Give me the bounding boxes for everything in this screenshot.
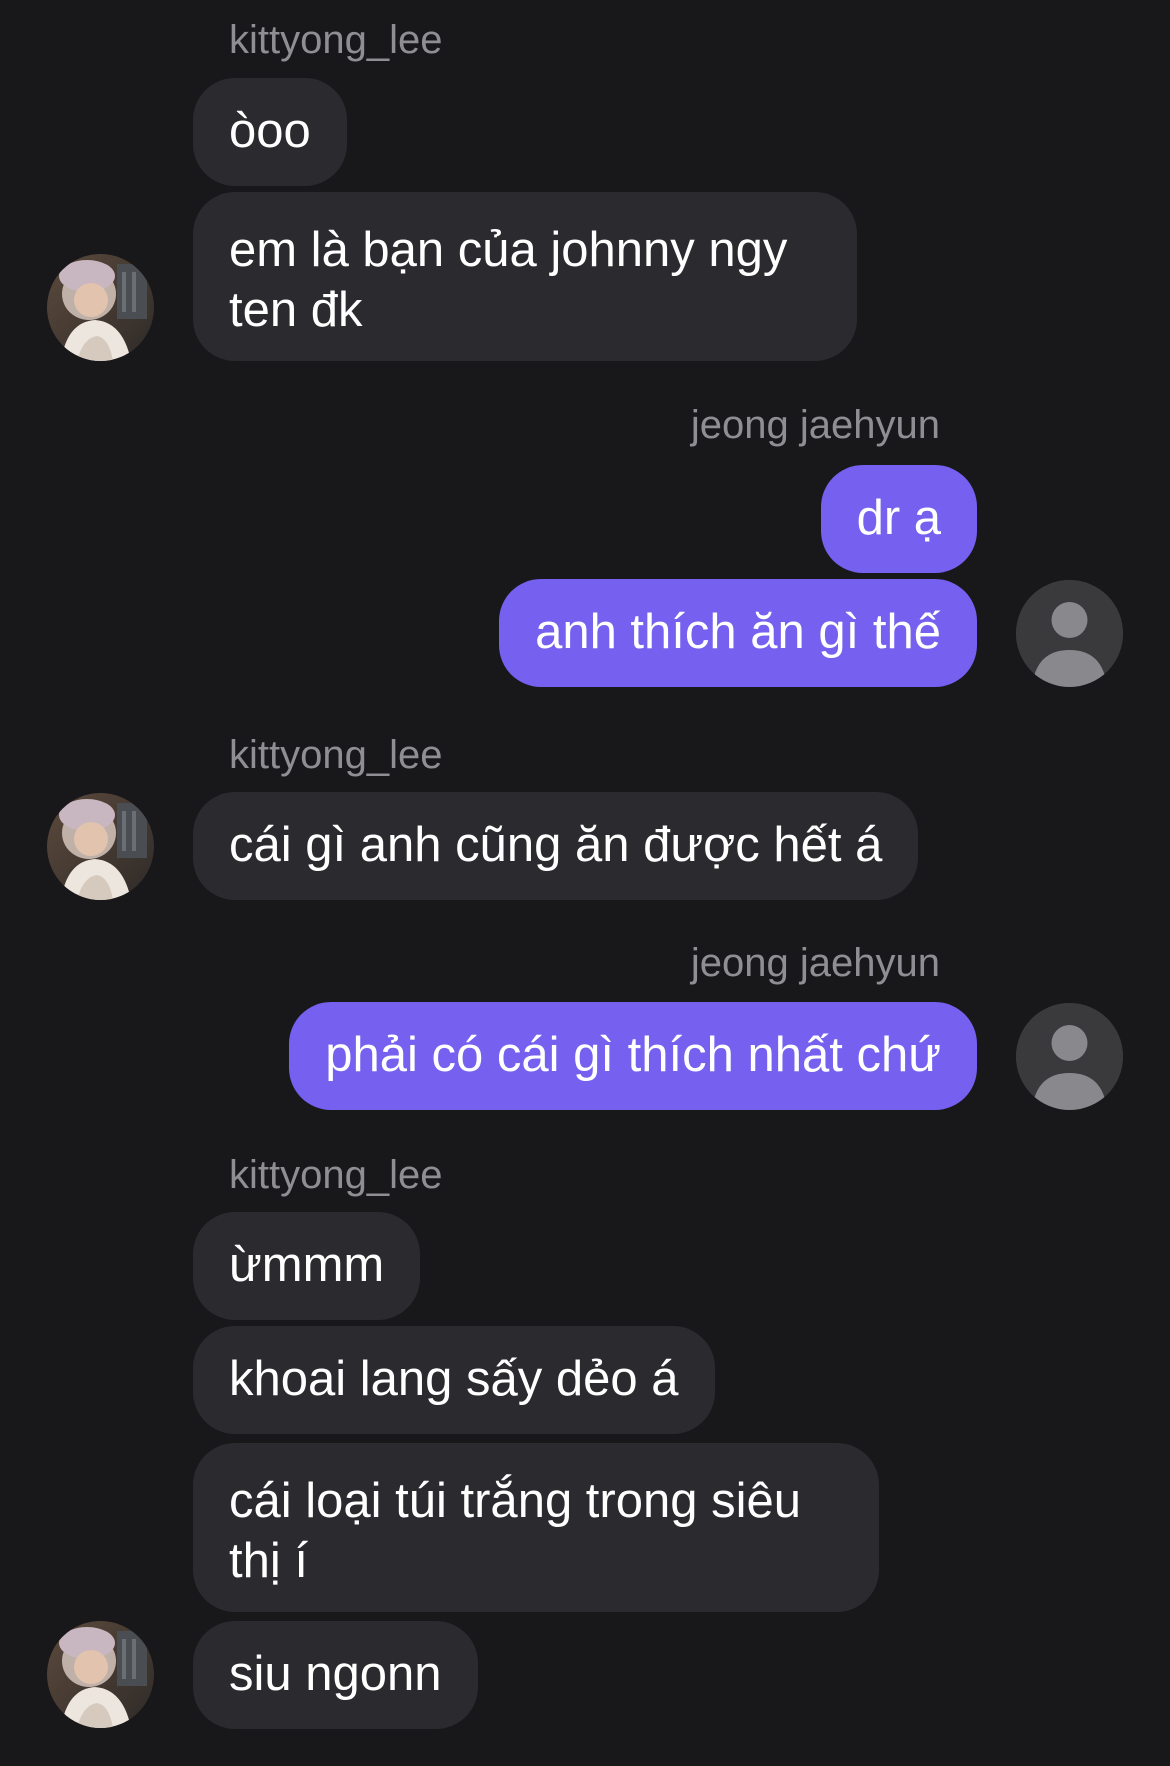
default-person-icon (1016, 580, 1123, 687)
message-bubble-incoming[interactable]: siu ngonn (193, 1621, 478, 1729)
kittyong-avatar[interactable] (47, 1621, 154, 1728)
kittyong-avatar[interactable] (47, 254, 154, 361)
sender-name: jeong jaehyun (690, 941, 940, 985)
message-bubble-outgoing[interactable]: phải có cái gì thích nhất chứ (289, 1002, 977, 1110)
kittyong-avatar[interactable] (47, 793, 154, 900)
user-photo-icon (47, 254, 154, 361)
message-bubble-incoming[interactable]: òoo (193, 78, 347, 186)
message-bubble-outgoing[interactable]: dr ạ (820, 465, 977, 573)
message-bubble-incoming[interactable]: ừmmm (193, 1212, 421, 1320)
message-bubble-incoming[interactable]: khoai lang sấy dẻo á (193, 1326, 715, 1434)
message-bubble-outgoing[interactable]: anh thích ăn gì thế (499, 579, 977, 687)
user-photo-icon (47, 793, 154, 900)
message-bubble-incoming[interactable]: cái gì anh cũng ăn được hết á (193, 792, 919, 900)
chat-thread: kittyong_lee òoo em là bạn của johnny ng… (0, 0, 1170, 1766)
user-photo-icon (47, 1621, 154, 1728)
sender-name: kittyong_lee (229, 733, 443, 777)
message-bubble-incoming[interactable]: cái loại túi trắng trong siêu thị í (193, 1443, 879, 1612)
default-person-icon (1016, 1003, 1123, 1110)
message-bubble-incoming[interactable]: em là bạn của johnny ngy ten đk (193, 192, 857, 361)
jaehyun-avatar[interactable] (1016, 580, 1123, 687)
sender-name: kittyong_lee (229, 1153, 443, 1197)
sender-name: kittyong_lee (229, 18, 443, 62)
sender-name: jeong jaehyun (690, 403, 940, 447)
jaehyun-avatar[interactable] (1016, 1003, 1123, 1110)
